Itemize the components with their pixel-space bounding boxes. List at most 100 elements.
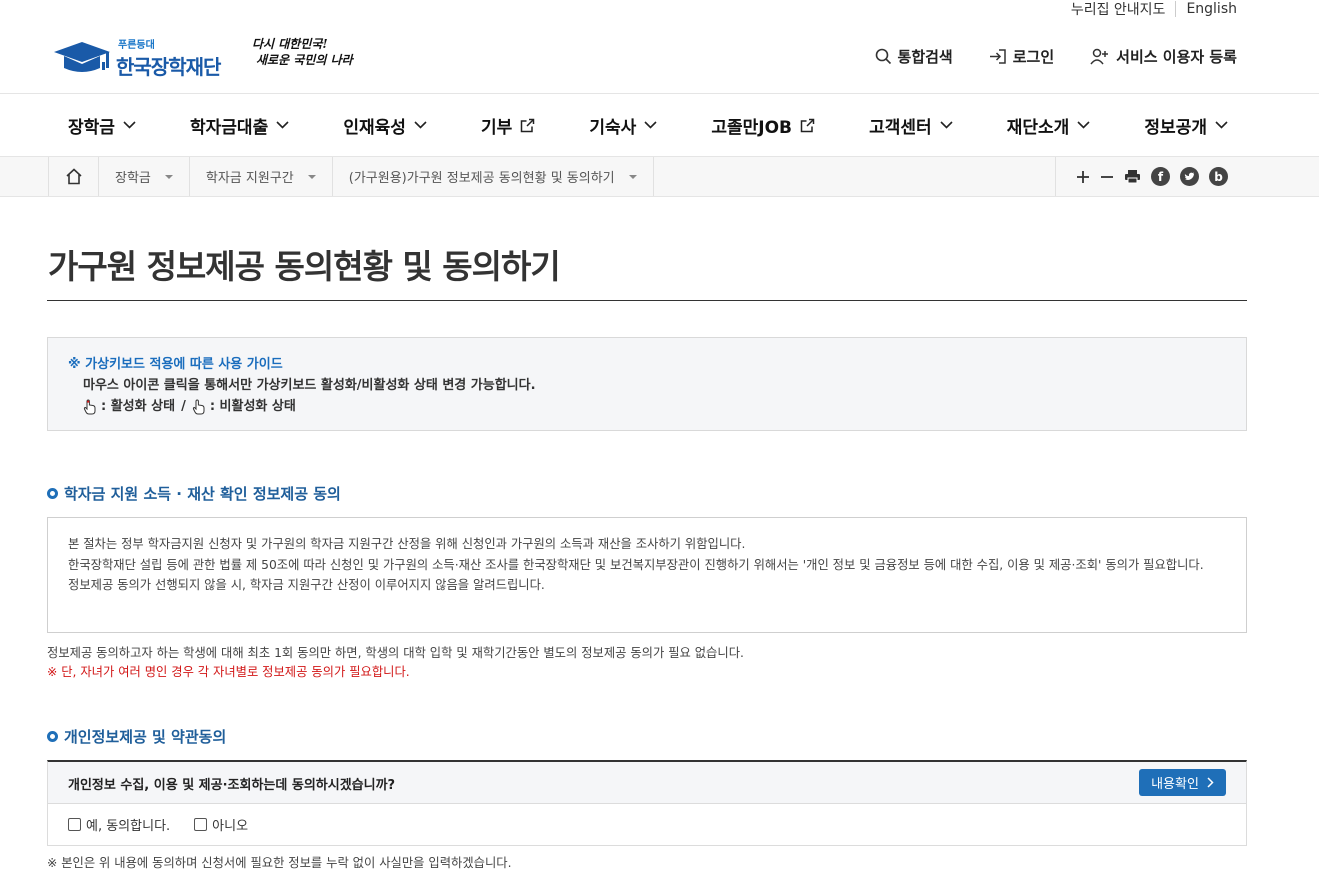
caret-down-icon <box>628 174 637 179</box>
nav-item-scholarship[interactable]: 장학금 <box>68 113 136 138</box>
chevron-down-icon <box>644 121 657 129</box>
nav-label: 기부 <box>480 117 513 138</box>
agree-yes-checkbox[interactable] <box>68 818 81 831</box>
consent-note: 정보제공 동의하고자 하는 학생에 대해 최초 1회 동의만 하면, 학생의 대… <box>47 644 744 682</box>
agreement-footnote: ※ 본인은 위 내용에 동의하며 신청서에 필요한 정보를 누락 없이 사실만을… <box>47 856 512 870</box>
header: 푸른등대 한국장학재단 다시 대한민국! 새로운 국민의 나라 통합검색 로그인… <box>0 18 1319 94</box>
agreement-question-bar: 개인정보 수집, 이용 및 제공·조회하는데 동의하시겠습니까? 내용확인 <box>47 760 1247 803</box>
chevron-down-icon <box>276 121 289 129</box>
page-title: 가구원 정보제공 동의현황 및 동의하기 <box>48 247 561 286</box>
user-add-icon <box>1090 48 1109 65</box>
search-button[interactable]: 통합검색 <box>875 46 953 67</box>
plus-icon <box>1077 170 1089 183</box>
guide-active-label: : 활성화 상태 <box>101 399 176 414</box>
chevron-down-icon <box>1077 121 1090 129</box>
description-paragraph: 한국장학재단 설립 등에 관한 법률 제 50조에 따라 신청인 및 가구원의 … <box>68 557 1204 572</box>
nav-item-disclosure[interactable]: 정보공개 <box>1144 113 1228 138</box>
breadcrumb-item-current[interactable]: (가구원용)가구원 정보제공 동의현황 및 동의하기 <box>333 157 654 196</box>
mouse-active-icon <box>83 398 96 414</box>
logo[interactable]: 푸른등대 한국장학재단 <box>52 36 221 80</box>
agree-no-checkbox[interactable] <box>194 818 208 831</box>
chevron-down-icon <box>940 121 953 129</box>
section-title-consent: 학자금 지원 소득 · 재산 확인 정보제공 동의 <box>47 483 341 504</box>
search-label: 통합검색 <box>897 48 953 66</box>
agree-no-option[interactable]: 아니오 <box>194 815 248 834</box>
facebook-icon: f <box>1151 167 1170 186</box>
nav-label: 재단소개 <box>1006 117 1070 138</box>
nav-label: 인재육성 <box>343 117 406 138</box>
user-register-button[interactable]: 서비스 이용자 등록 <box>1090 46 1237 67</box>
print-icon <box>1125 170 1140 184</box>
agree-yes-option[interactable]: 예, 동의합니다. <box>68 815 170 834</box>
english-link[interactable]: English <box>1176 1 1247 17</box>
login-button[interactable]: 로그인 <box>989 46 1054 67</box>
minus-icon <box>1101 175 1113 178</box>
guide-status-line: : 활성화 상태 / : 비활성화 상태 <box>68 396 1226 417</box>
logo-subtitle: 푸른등대 <box>118 40 155 51</box>
view-content-button[interactable]: 내용확인 <box>1139 769 1226 796</box>
zoom-in-button[interactable] <box>1076 170 1090 184</box>
external-link-icon <box>521 118 535 132</box>
bullet-icon <box>47 731 58 742</box>
nav-item-donation[interactable]: 기부 <box>481 113 535 138</box>
twitter-share-button[interactable] <box>1180 167 1199 186</box>
slogan: 다시 대한민국! 새로운 국민의 나라 <box>252 36 353 68</box>
nav-label: 고객센터 <box>869 117 932 138</box>
guide-slash: / <box>181 399 186 414</box>
breadcrumb-label: (가구원용)가구원 정보제공 동의현황 및 동의하기 <box>348 171 615 186</box>
title-divider <box>47 300 1247 301</box>
login-icon <box>989 49 1006 64</box>
nav-item-job[interactable]: 고졸만JOB <box>711 113 815 138</box>
nav-item-about[interactable]: 재단소개 <box>1007 113 1091 138</box>
login-label: 로그인 <box>1012 48 1055 66</box>
slogan-line2: 새로운 국민의 나라 <box>256 53 353 67</box>
breadcrumb-label: 장학금 <box>115 171 151 186</box>
caret-down-icon <box>164 174 173 179</box>
blog-share-button[interactable]: b <box>1209 167 1228 186</box>
consent-warning-text: ※ 단, 자녀가 여러 명인 경우 각 자녀별로 정보제공 동의가 필요합니다. <box>47 665 410 679</box>
logo-title: 한국장학재단 <box>116 55 221 79</box>
nav-label: 정보공개 <box>1144 117 1207 138</box>
twitter-icon <box>1180 167 1199 186</box>
nav-item-customer-center[interactable]: 고객센터 <box>869 113 953 138</box>
breadcrumb-item-support-range[interactable]: 학자금 지원구간 <box>190 157 333 196</box>
blog-icon: b <box>1209 167 1228 186</box>
chevron-down-icon <box>1215 121 1228 129</box>
header-menu: 통합검색 로그인 서비스 이용자 등록 <box>839 46 1237 67</box>
breadcrumb: 장학금 학자금 지원구간 (가구원용)가구원 정보제공 동의현황 및 동의하기 … <box>0 157 1319 197</box>
virtual-keyboard-guide: ※ 가상키보드 적용에 따른 사용 가이드 마우스 아이콘 클릭을 통해서만 가… <box>47 337 1247 431</box>
external-link-icon <box>800 118 815 132</box>
agree-yes-label: 예, 동의합니다. <box>86 819 171 834</box>
facebook-share-button[interactable]: f <box>1151 167 1170 186</box>
bullet-icon <box>47 488 58 499</box>
nav-label: 기숙사 <box>589 117 637 138</box>
search-icon <box>875 48 891 65</box>
section-title-label: 학자금 지원 소득 · 재산 확인 정보제공 동의 <box>64 485 341 503</box>
slogan-line1: 다시 대한민국! <box>252 37 328 51</box>
consent-description-box: 본 절차는 정부 학자금지원 신청자 및 가구원의 학자금 지원구간 산정을 위… <box>47 517 1247 633</box>
section-title-label: 개인정보제공 및 약관동의 <box>64 728 227 746</box>
page-tools: f b <box>1055 157 1248 196</box>
sitemap-link[interactable]: 누리집 안내지도 <box>1061 0 1176 19</box>
description-paragraph: 본 절차는 정부 학자금지원 신청자 및 가구원의 학자금 지원구간 산정을 위… <box>68 537 746 551</box>
caret-down-icon <box>307 174 316 179</box>
nav-item-loan[interactable]: 학자금대출 <box>190 113 289 138</box>
nav-item-dormitory[interactable]: 기숙사 <box>589 113 657 138</box>
home-button[interactable] <box>49 157 99 196</box>
guide-line: 마우스 아이콘 클릭을 통해서만 가상키보드 활성화/비활성화 상태 변경 가능… <box>83 378 536 393</box>
chevron-down-icon <box>414 121 427 129</box>
chevron-down-icon <box>123 121 136 129</box>
nav-label: 고졸만JOB <box>711 117 793 138</box>
global-nav: 장학금 학자금대출 인재육성 기부 기숙사 고졸만JOB 고객센터 재단소개 정… <box>0 93 1319 157</box>
guide-inactive-label: : 비활성화 상태 <box>209 399 296 414</box>
nav-item-talent[interactable]: 인재육성 <box>343 113 427 138</box>
graduation-cap-icon <box>52 40 112 76</box>
breadcrumb-item-scholarship[interactable]: 장학금 <box>99 157 190 196</box>
guide-title: ※ 가상키보드 적용에 따른 사용 가이드 <box>68 357 283 372</box>
breadcrumb-label: 학자금 지원구간 <box>205 171 294 186</box>
mouse-inactive-icon <box>192 398 205 414</box>
print-button[interactable] <box>1124 169 1141 184</box>
view-content-label: 내용확인 <box>1151 777 1199 792</box>
chevron-right-icon <box>1207 777 1214 788</box>
zoom-out-button[interactable] <box>1100 170 1114 184</box>
